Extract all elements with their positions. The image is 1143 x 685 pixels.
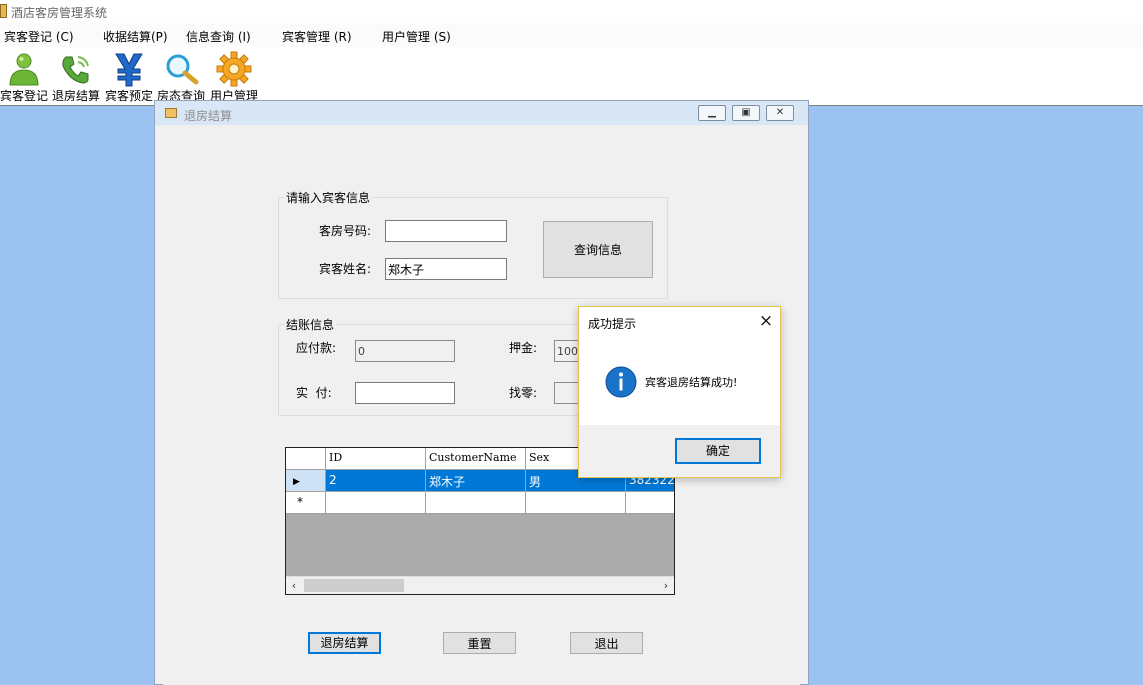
dialog-ok-button[interactable]: 确定 bbox=[675, 438, 761, 464]
window-icon bbox=[165, 108, 177, 118]
toolbar-user-management-button[interactable]: 用户管理 bbox=[209, 49, 259, 105]
close-icon: ✕ bbox=[775, 107, 785, 118]
close-window-button[interactable]: ✕ bbox=[766, 105, 794, 121]
app-titlebar: 酒店客房管理系统 bbox=[0, 0, 1143, 23]
gear-icon bbox=[216, 51, 252, 87]
minimize-icon: ▁ bbox=[708, 107, 716, 118]
checkout-window-titlebar: 退房结算 ▁ ▣ ✕ bbox=[155, 101, 808, 125]
amount-due-field bbox=[355, 340, 455, 362]
guest-name-input[interactable] bbox=[385, 258, 507, 280]
grid-horizontal-scrollbar[interactable]: ‹ › bbox=[286, 576, 674, 594]
exit-button[interactable]: 退出 bbox=[570, 632, 643, 654]
toolbar-room-status-button[interactable]: 房态查询 bbox=[156, 49, 206, 105]
menu-receipt-settlement[interactable]: 收据结算(P) bbox=[103, 28, 168, 45]
new-row-cell[interactable] bbox=[526, 492, 626, 514]
toolbar-label: 宾客登记 bbox=[0, 89, 49, 103]
checkout-window-title: 退房结算 bbox=[184, 109, 233, 123]
reset-button[interactable]: 重置 bbox=[443, 632, 516, 654]
dialog-footer: 确定 bbox=[579, 425, 780, 477]
paid-label: 实 付: bbox=[296, 386, 332, 400]
guest-name-label: 宾客姓名: bbox=[319, 262, 372, 276]
menu-guest-management[interactable]: 宾客管理 (R) bbox=[282, 28, 352, 45]
app-icon bbox=[0, 4, 7, 18]
menu-info-query[interactable]: 信息查询 (I) bbox=[186, 28, 251, 45]
restore-button[interactable]: ▣ bbox=[732, 105, 760, 121]
table-cell-name[interactable]: 郑木子 bbox=[426, 470, 526, 492]
minimize-button[interactable]: ▁ bbox=[698, 105, 726, 121]
toolbar-label: 宾客预定 bbox=[104, 89, 153, 103]
app-title: 酒店客房管理系统 bbox=[11, 6, 108, 20]
grid-corner bbox=[286, 448, 326, 470]
room-number-label: 客房号码: bbox=[319, 224, 372, 238]
info-icon bbox=[605, 366, 637, 398]
grid-column-id[interactable]: ID bbox=[326, 448, 426, 470]
checkout-button[interactable]: 退房结算 bbox=[308, 632, 381, 654]
deposit-label: 押金: bbox=[509, 341, 538, 355]
menu-bar: 宾客登记 (C) 收据结算(P) 信息查询 (I) 宾客管理 (R) 用户管理 … bbox=[0, 23, 1143, 47]
toolbar-checkout-button[interactable]: 退房结算 bbox=[51, 49, 101, 105]
toolbar: 宾客登记 退房结算 宾客预定 房态查询 用户管理 bbox=[0, 47, 1143, 106]
scroll-right-icon[interactable]: › bbox=[659, 578, 673, 593]
person-icon bbox=[9, 53, 39, 86]
room-number-input[interactable] bbox=[385, 220, 507, 242]
row-header-selected[interactable]: ▶ bbox=[286, 470, 326, 492]
amount-due-label: 应付款: bbox=[296, 341, 337, 355]
toolbar-label: 退房结算 bbox=[51, 89, 100, 103]
menu-guest-register[interactable]: 宾客登记 (C) bbox=[4, 28, 74, 45]
checkout-info-legend: 结账信息 bbox=[284, 316, 337, 333]
scroll-left-icon[interactable]: ‹ bbox=[287, 578, 301, 593]
success-dialog: 成功提示 × 宾客退房结算成功! 确定 bbox=[578, 306, 781, 478]
query-info-button[interactable]: 查询信息 bbox=[543, 221, 653, 278]
phone-icon bbox=[62, 56, 89, 84]
paid-input[interactable] bbox=[355, 382, 455, 404]
magnifier-icon bbox=[166, 54, 199, 85]
dialog-close-button[interactable]: × bbox=[756, 311, 776, 331]
menu-user-management[interactable]: 用户管理 (S) bbox=[382, 28, 451, 45]
guest-info-legend: 请输入宾客信息 bbox=[284, 189, 373, 206]
new-row-cell[interactable] bbox=[626, 492, 674, 514]
grid-column-customer-name[interactable]: CustomerName bbox=[426, 448, 526, 470]
row-pointer-icon: ▶ bbox=[293, 477, 300, 487]
scrollbar-thumb[interactable] bbox=[304, 579, 404, 592]
new-row-icon: * bbox=[297, 495, 303, 509]
toolbar-guest-register-button[interactable]: 宾客登记 bbox=[0, 49, 48, 105]
guest-info-group: 请输入宾客信息 客房号码: 宾客姓名: 查询信息 bbox=[278, 189, 668, 299]
row-header-new[interactable]: * bbox=[286, 492, 326, 514]
restore-icon: ▣ bbox=[741, 107, 751, 118]
table-cell-id[interactable]: 2 bbox=[326, 470, 426, 492]
new-row-cell[interactable] bbox=[426, 492, 526, 514]
toolbar-reservation-button[interactable]: 宾客预定 bbox=[104, 49, 154, 105]
dialog-message: 宾客退房结算成功! bbox=[645, 376, 738, 389]
close-icon: × bbox=[758, 311, 774, 331]
yen-icon bbox=[115, 53, 143, 87]
new-row-cell[interactable] bbox=[326, 492, 426, 514]
change-label: 找零: bbox=[509, 386, 538, 400]
dialog-title: 成功提示 bbox=[588, 317, 637, 331]
